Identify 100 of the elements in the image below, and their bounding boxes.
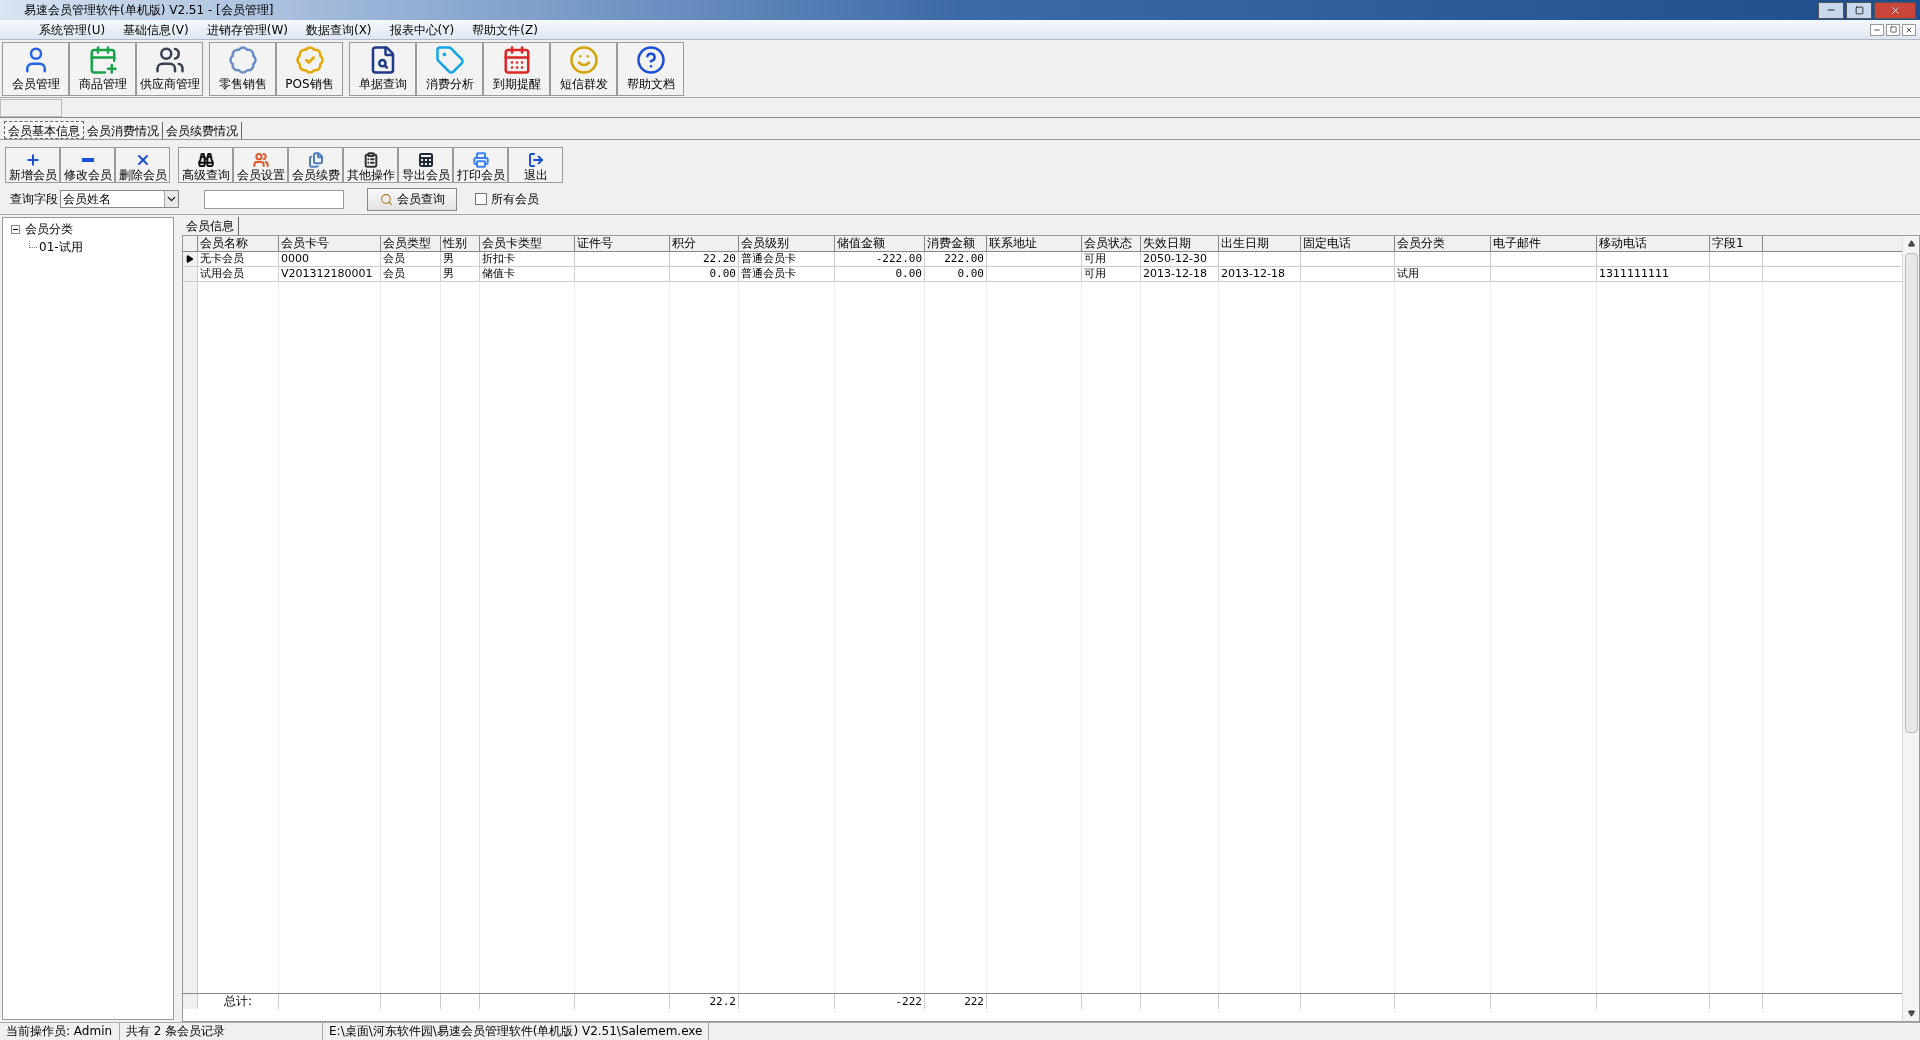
column-header[interactable]: 积分 [670,236,739,251]
action-button[interactable]: 新增会员 [5,147,60,183]
menu-item[interactable]: 报表中心(Y) [380,20,464,39]
action-button[interactable]: 修改会员 [60,147,115,183]
calendar-plus-icon [87,45,118,75]
column-header[interactable]: 固定电话 [1301,236,1395,251]
action-button[interactable]: 会员续费 [288,147,343,183]
action-button[interactable]: 其他操作 [343,147,398,183]
column-header[interactable]: 性别 [441,236,480,251]
table-cell: 普通会员卡 [741,252,796,265]
table-cell: 2013-12-18 [1143,267,1207,280]
table-cell: 0000 [281,252,309,265]
column-header[interactable]: 出生日期 [1219,236,1301,251]
tab[interactable]: 会员消费情况 [84,122,163,139]
column-header[interactable]: 会员卡类型 [480,236,575,251]
tree-item[interactable]: 01-试用 [37,238,83,256]
scroll-up-icon[interactable] [1907,240,1915,247]
checkbox[interactable] [475,193,487,205]
printer-icon [472,152,489,168]
column-header[interactable]: 会员名称 [198,236,279,251]
menu-item[interactable]: 帮助文件(Z) [463,20,547,39]
table-cell: 男 [443,252,454,265]
toolbar-button[interactable]: 会员管理 [2,42,69,96]
maximize-icon [1854,5,1864,15]
table-cell: 0.00 [957,267,984,280]
column-header[interactable]: 会员分类 [1395,236,1491,251]
scroll-thumb[interactable] [1904,253,1918,733]
menu-item[interactable]: 数据查询(X) [296,20,381,39]
action-button[interactable]: 导出会员 [398,147,453,183]
toolbar-button[interactable]: POS销售 [276,42,343,96]
plus-icon [24,152,41,168]
people-icon [252,152,269,168]
query-label: 查询字段 [10,191,58,208]
table-cell: 试用 [1397,267,1419,280]
table-cell: 0.00 [709,267,736,280]
row-header[interactable] [183,252,198,266]
action-button[interactable]: 打印会员 [453,147,508,183]
column-header[interactable]: 会员类型 [381,236,441,251]
column-header[interactable]: 会员卡号 [279,236,381,251]
table-cell: 可用 [1084,267,1106,280]
table-cell: 会员 [383,267,405,280]
action-button[interactable]: 删除会员 [115,147,170,183]
toolbar-button[interactable]: 供应商管理 [136,42,203,96]
spreadsheet-icon [417,152,434,168]
close-icon[interactable] [1902,23,1916,36]
column-header[interactable]: 会员级别 [739,236,835,251]
tab[interactable]: 会员续费情况 [163,122,242,139]
field-dropdown[interactable]: 会员姓名 [60,190,179,208]
total-cell: 222 [964,995,984,1008]
minus-icon [81,158,94,162]
table-cell: 0.00 [895,267,922,280]
toolbar-button[interactable]: 到期提醒 [483,42,550,96]
column-header[interactable]: 消费金额 [925,236,987,251]
scroll-down-icon[interactable] [1907,1010,1915,1017]
column-header[interactable]: 会员状态 [1082,236,1141,251]
clipboard-icon [362,152,379,168]
column-header[interactable]: 证件号 [575,236,670,251]
row-header [183,994,198,1009]
action-button[interactable]: 高级查询 [178,147,233,183]
table-cell: 储值卡 [482,267,515,280]
status-text: 当前操作员: Admin [0,1023,120,1040]
toolbar-button[interactable]: 商品管理 [69,42,136,96]
checkbox-label: 所有会员 [491,191,539,208]
vertical-scrollbar[interactable] [1902,236,1919,1021]
menu-item[interactable]: 系统管理(U) [30,20,115,39]
search-button[interactable]: 会员查询 [367,187,457,211]
calendar-icon [501,45,532,75]
tree-item[interactable]: 会员分类 [22,220,73,238]
search-icon [379,192,393,206]
row-pointer-icon [186,255,194,263]
status-text: E:\桌面\河东软件园\易速会员管理软件(单机版) V2.51\Salemem.exe [323,1023,710,1040]
total-cell: 总计: [223,994,252,1008]
toolbar-button[interactable]: 帮助文档 [617,42,684,96]
column-header[interactable]: 联系地址 [987,236,1082,251]
maximize-button[interactable] [1846,1,1872,19]
tag-icon [434,45,465,75]
action-button[interactable]: 退出 [508,147,563,183]
toolbar-button[interactable]: 零售销售 [209,42,276,96]
dropdown-value: 会员姓名 [63,191,111,208]
people-icon [154,45,185,75]
minimize-icon[interactable] [1870,23,1884,36]
toolbar-button[interactable]: 短信群发 [550,42,617,96]
table-cell: 可用 [1084,252,1106,265]
menu-item[interactable]: 基础信息(V) [114,20,198,39]
column-header[interactable]: 移动电话 [1597,236,1710,251]
toolbar-button[interactable]: 单据查询 [349,42,416,96]
exit-icon [527,152,544,168]
toolbar-button[interactable]: 消费分析 [416,42,483,96]
search-field[interactable] [204,189,344,209]
column-header[interactable]: 失效日期 [1141,236,1219,251]
column-header[interactable]: 字段1 [1710,236,1763,251]
column-header[interactable]: 电子邮件 [1491,236,1597,251]
minimize-button[interactable] [1818,1,1844,19]
tree-toggle[interactable] [11,224,20,234]
menu-item[interactable]: 进销存管理(W) [197,20,297,39]
action-button[interactable]: 会员设置 [233,147,288,183]
table-cell: 试用会员 [200,267,244,280]
table-cell: 折扣卡 [482,252,515,265]
tab[interactable]: 会员基本信息 [4,121,84,139]
column-header[interactable]: 储值金额 [835,236,925,251]
